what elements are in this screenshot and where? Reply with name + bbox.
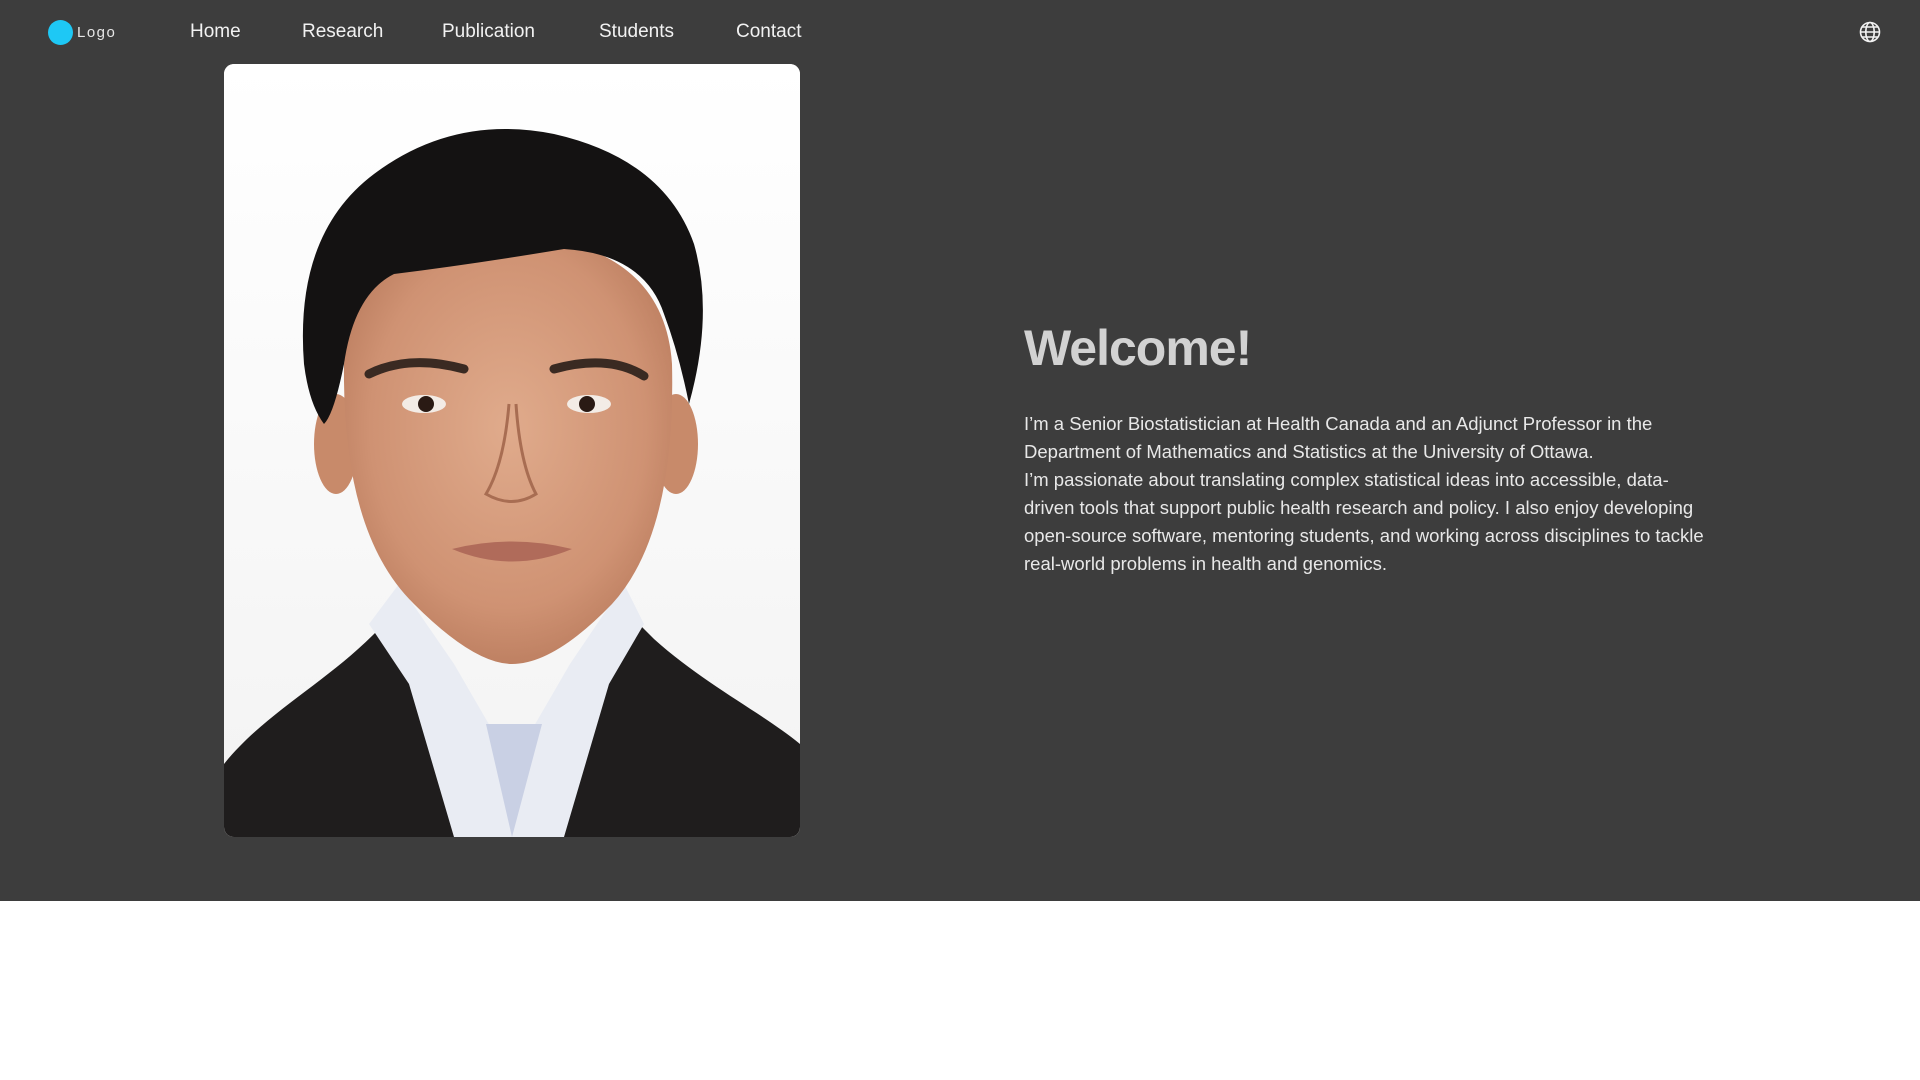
logo-dot-icon [48,19,73,45]
bio-text: I’m a Senior Biostatistician at Health C… [1024,410,1704,578]
nav-link-publication[interactable]: Publication [442,20,535,44]
nav-link-research[interactable]: Research [302,20,383,44]
profile-photo [224,64,800,837]
top-navbar: Logo Home Research Publication Students … [0,0,1920,64]
bio-paragraph: I’m a Senior Biostatistician at Health C… [1024,413,1653,462]
nav-link-contact[interactable]: Contact [736,20,801,44]
nav-link-home[interactable]: Home [190,20,241,44]
welcome-heading: Welcome! [1024,320,1252,376]
logo-text: Logo [77,23,117,41]
site-logo[interactable]: Logo [48,19,117,45]
globe-icon[interactable] [1858,20,1882,44]
hero-section: Logo Home Research Publication Students … [0,0,1920,901]
intro-section: Welcome! I’m a Senior Biostatistician at… [1024,316,1704,578]
bio-paragraph: I’m passionate about translating complex… [1024,469,1704,574]
nav-link-students[interactable]: Students [599,20,674,44]
